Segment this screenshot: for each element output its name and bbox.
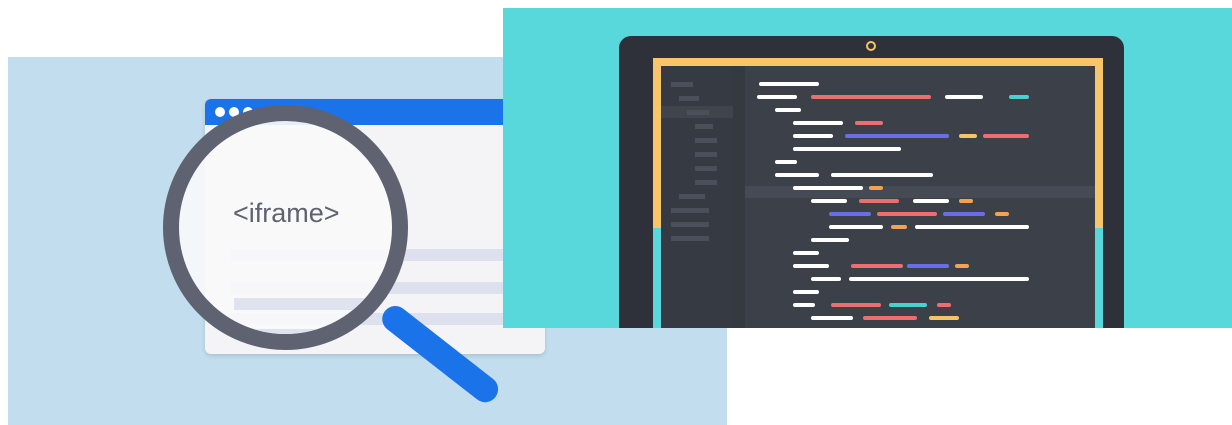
tree-item (671, 222, 709, 227)
code-token (863, 316, 917, 320)
tree-item (695, 166, 717, 171)
tree-item (671, 208, 709, 213)
code-token (851, 264, 903, 268)
file-tree (661, 66, 733, 328)
code-token (877, 212, 937, 216)
line-gutter (733, 66, 745, 328)
code-token (775, 160, 797, 164)
code-token (811, 199, 847, 203)
code-token (845, 134, 949, 138)
tree-item (695, 124, 713, 129)
code-token (775, 173, 819, 177)
window-dot (215, 107, 225, 117)
code-token (793, 264, 829, 268)
code-token (831, 303, 881, 307)
code-token (793, 186, 863, 190)
laptop-icon (619, 36, 1124, 328)
tree-item (695, 138, 717, 143)
code-token (793, 121, 843, 125)
tree-item (679, 194, 705, 199)
tree-item (687, 110, 709, 115)
code-token (937, 303, 951, 307)
code-token (759, 82, 819, 86)
code-token (945, 95, 983, 99)
tree-item (679, 96, 699, 101)
code-token (1009, 95, 1029, 99)
code-token (811, 238, 849, 242)
iframe-label: <iframe> (233, 198, 340, 228)
code-token (943, 212, 985, 216)
tree-item (671, 82, 693, 87)
code-token (929, 316, 959, 320)
code-token (959, 199, 973, 203)
code-token (891, 225, 907, 229)
code-token (913, 199, 949, 203)
code-token (983, 134, 1029, 138)
code-token (811, 95, 931, 99)
code-token (995, 212, 1009, 216)
code-token (859, 199, 899, 203)
code-token (849, 277, 1029, 281)
code-token (889, 303, 927, 307)
code-token (829, 225, 883, 229)
code-editor-icon (661, 66, 1095, 328)
code-token (793, 134, 833, 138)
camera-icon (866, 41, 876, 51)
code-token (831, 173, 933, 177)
code-token (757, 95, 797, 99)
code-token (869, 186, 883, 190)
code-token (793, 303, 815, 307)
code-token (793, 290, 819, 294)
code-token (829, 212, 871, 216)
code-token (811, 277, 841, 281)
code-token (907, 264, 949, 268)
code-token (855, 121, 883, 125)
tree-item (695, 180, 717, 185)
code-editor-illustration (503, 8, 1232, 328)
code-token (915, 225, 1029, 229)
code-token (811, 316, 853, 320)
laptop-screen (653, 58, 1103, 328)
code-token (955, 264, 969, 268)
code-token (775, 108, 801, 112)
code-token (793, 251, 819, 255)
tree-item (695, 152, 717, 157)
lens-content-line (234, 298, 392, 310)
tree-item (671, 236, 709, 241)
code-token (959, 134, 977, 138)
code-token (793, 147, 901, 151)
